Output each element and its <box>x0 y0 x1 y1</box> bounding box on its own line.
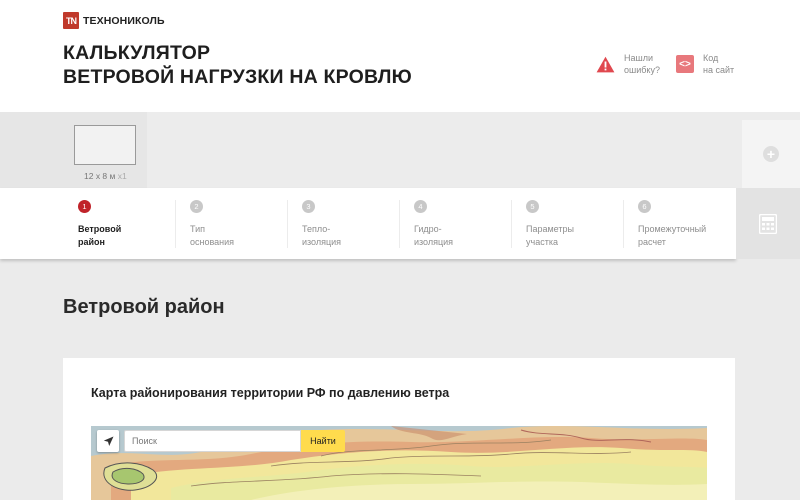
roof-dimensions: 12 х 8 м x1 <box>84 171 127 181</box>
roof-size-text: 12 х 8 м <box>84 171 116 181</box>
map-card: Карта районирования территории РФ по дав… <box>63 358 735 500</box>
step-label: Параметры участка <box>526 223 624 249</box>
step-label-line-1: Гидро- <box>414 224 442 234</box>
step-label-line-2: основания <box>190 237 235 247</box>
step-number: 1 <box>78 200 91 213</box>
roof-card[interactable]: 12 х 8 м x1 <box>0 112 147 188</box>
step-base-type[interactable]: 2 Тип основания <box>176 200 288 250</box>
step-number: 3 <box>302 200 315 213</box>
report-error-label-line-2: ошибку? <box>624 65 660 75</box>
add-roof-button[interactable]: + <box>742 120 800 188</box>
step-label-line-1: Ветровой <box>78 224 122 234</box>
locate-button[interactable] <box>97 430 119 452</box>
embed-code-label-line-1: Код <box>703 53 719 63</box>
step-label: Тип основания <box>190 223 288 249</box>
brand-logo[interactable]: TN ТЕХНОНИКОЛЬ <box>63 12 165 29</box>
calculator-button[interactable] <box>736 188 800 259</box>
roof-list: 12 х 8 м x1 + <box>0 112 800 188</box>
step-label-line-2: район <box>78 237 105 247</box>
page-header: TN ТЕХНОНИКОЛЬ КАЛЬКУЛЯТОР ВЕТРОВОЙ НАГР… <box>0 0 800 112</box>
report-error-label-line-1: Нашли <box>624 53 654 63</box>
step-navigation: 1 Ветровой район 2 Тип основания 3 Тепло… <box>0 188 736 259</box>
map-search-input[interactable] <box>124 430 301 452</box>
step-thermal-insulation[interactable]: 3 Тепло- изоляция <box>288 200 400 250</box>
report-error-link[interactable]: Нашли ошибку? <box>596 52 660 76</box>
step-label-line-2: расчет <box>638 237 666 247</box>
wind-zone-map[interactable]: Найти <box>91 426 707 500</box>
step-wind-region[interactable]: 1 Ветровой район <box>64 200 176 250</box>
section-title: Ветровой район <box>63 296 225 318</box>
map-card-title: Карта районирования территории РФ по дав… <box>91 386 450 400</box>
calculator-icon <box>759 213 777 234</box>
step-number: 5 <box>526 200 539 213</box>
step-label-line-1: Тепло- <box>302 224 331 234</box>
step-label-line-2: изоляция <box>414 237 454 247</box>
code-icon: <> <box>676 55 694 73</box>
page-title-line-2: ВЕТРОВОЙ НАГРУЗКИ НА КРОВЛЮ <box>63 66 412 88</box>
step-label: Тепло- изоляция <box>302 223 400 249</box>
report-error-label: Нашли ошибку? <box>624 52 660 76</box>
step-label-line-2: изоляция <box>302 237 342 247</box>
embed-code-link[interactable]: <> Код на сайт <box>676 52 734 76</box>
page-title: КАЛЬКУЛЯТОР ВЕТРОВОЙ НАГРУЗКИ НА КРОВЛЮ <box>63 41 412 89</box>
step-label: Ветровой район <box>78 223 176 249</box>
step-number: 6 <box>638 200 651 213</box>
step-label-line-1: Тип <box>190 224 206 234</box>
map-search-button[interactable]: Найти <box>301 430 345 452</box>
embed-code-label-line-2: на сайт <box>703 65 735 75</box>
step-label-line-1: Промежуточный <box>638 224 707 234</box>
roof-preview <box>74 125 136 165</box>
step-label-line-1: Параметры <box>526 224 574 234</box>
step-site-parameters[interactable]: 5 Параметры участка <box>512 200 624 250</box>
warning-icon <box>596 56 615 73</box>
step-intermediate-calc[interactable]: 6 Промежуточный расчет <box>624 200 736 250</box>
locate-icon <box>103 436 113 446</box>
brand-name: ТЕХНОНИКОЛЬ <box>83 14 165 27</box>
step-label-line-2: участка <box>526 237 558 247</box>
step-number: 2 <box>190 200 203 213</box>
step-number: 4 <box>414 200 427 213</box>
roof-count: x1 <box>117 171 127 181</box>
step-label: Промежуточный расчет <box>638 223 736 249</box>
page-title-line-1: КАЛЬКУЛЯТОР <box>63 42 211 64</box>
step-waterproofing[interactable]: 4 Гидро- изоляция <box>400 200 512 250</box>
logo-mark-icon: TN <box>63 12 79 29</box>
embed-code-label: Код на сайт <box>703 52 734 76</box>
step-label: Гидро- изоляция <box>414 223 512 249</box>
plus-icon: + <box>763 146 779 162</box>
